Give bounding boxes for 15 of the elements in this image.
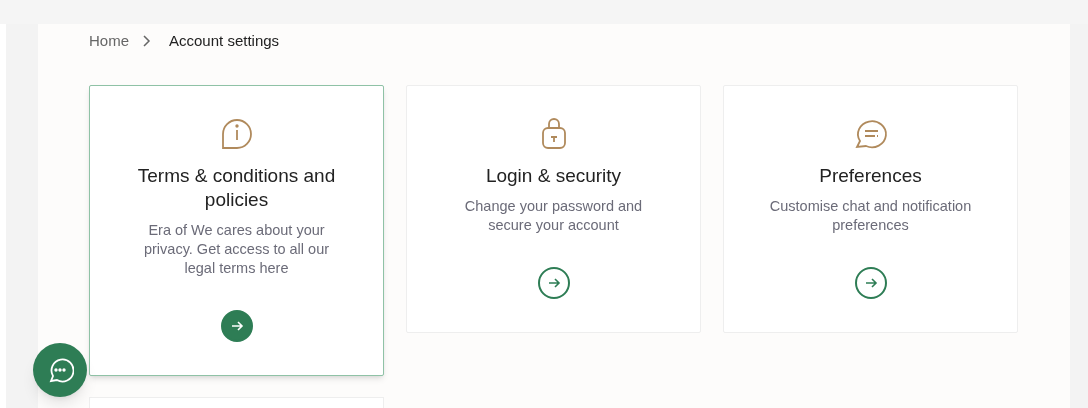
arrow-button[interactable] [537, 267, 570, 299]
chevron-right-icon [141, 35, 151, 47]
breadcrumb-current: Account settings [169, 30, 280, 51]
card-description: Change your password and secure your account [463, 197, 644, 235]
settings-card[interactable]: Preferences Customise chat and notification preferences [723, 85, 1018, 333]
card-description: Era of We cares about your privacy. Get access to all our legal terms here [142, 221, 331, 278]
card-description: Customise chat and notification preferences [768, 197, 973, 235]
card-title: Terms & conditions and policies [136, 164, 337, 212]
card-title: Login & security [485, 164, 622, 188]
arrow-button[interactable] [854, 267, 887, 299]
card-title: Preferences [819, 164, 922, 188]
settings-card[interactable]: Login & security Change your password and secure your account [406, 85, 701, 333]
arrow-button[interactable] [220, 310, 253, 342]
breadcrumb-link[interactable]: Home [89, 29, 129, 53]
settings-card[interactable]: Terms & conditions and policies Era of We cares about your privacy. Get access to all our legal terms here [89, 85, 384, 376]
